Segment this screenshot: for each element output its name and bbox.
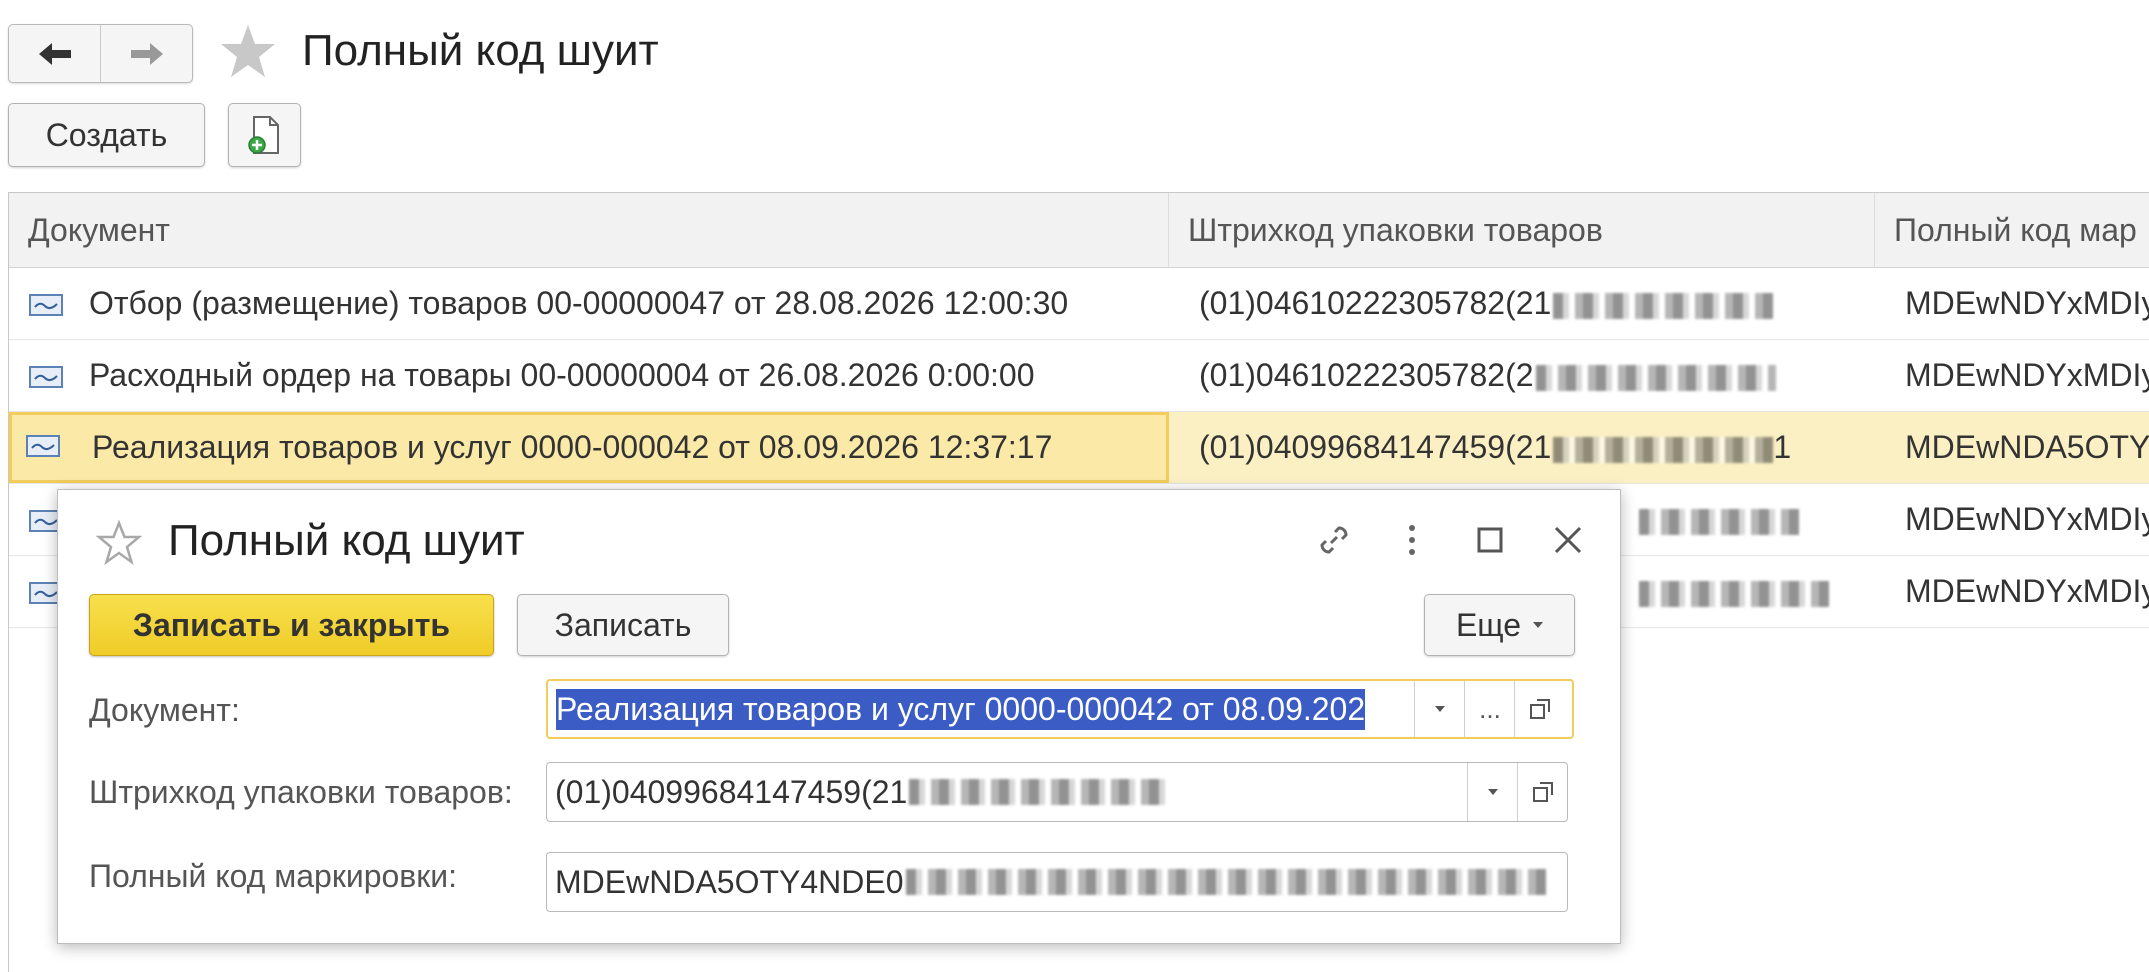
close-button[interactable]: [1546, 518, 1590, 562]
document-open-button[interactable]: [1514, 681, 1565, 737]
open-window-icon: [1530, 699, 1550, 719]
table-header: Документ Штрихкод упаковки товаров Полны…: [9, 193, 2149, 268]
vertical-dots-icon: [1409, 525, 1415, 555]
create-new-document-button[interactable]: [228, 103, 301, 167]
new-document-icon: [247, 116, 279, 154]
save-and-close-button[interactable]: Записать и закрыть: [89, 594, 494, 656]
document-dropdown-button[interactable]: [1414, 681, 1465, 737]
document-field-value: Реализация товаров и услуг 0000-000042 о…: [556, 688, 1366, 730]
column-header-document[interactable]: Документ: [9, 193, 1169, 267]
row-document: Отбор (размещение) товаров 00-00000047 о…: [89, 285, 1069, 321]
page-title: Полный код шуит: [302, 26, 659, 75]
row-full-code: MDEwNDYxMDIy: [1905, 501, 2149, 537]
open-window-icon: [1533, 782, 1553, 802]
row-barcode: (01)04610222305782(2: [1169, 340, 1875, 411]
barcode-dropdown-button[interactable]: [1467, 763, 1518, 821]
column-header-full-code[interactable]: Полный код мар: [1875, 193, 2149, 267]
more-menu-button[interactable]: Еще: [1424, 594, 1575, 656]
table-row[interactable]: Расходный ордер на товары 00-00000004 от…: [9, 340, 2149, 412]
maximize-button[interactable]: [1468, 518, 1512, 562]
row-barcode: (01)04099684147459(21 1: [1199, 429, 1792, 465]
link-icon: [1320, 526, 1348, 554]
row-full-code: MDEwNDYxMDIy: [1905, 573, 2149, 609]
close-icon: [1554, 526, 1582, 554]
app-window: Полный код шуит Создать Документ Штрихко…: [0, 0, 2149, 972]
barcode-field-label: Штрихкод упаковки товаров:: [89, 774, 513, 810]
full-code-field-label: Полный код маркировки:: [89, 858, 458, 894]
dialog-title: Полный код шуит: [168, 516, 525, 565]
table-row[interactable]: Отбор (размещение) товаров 00-00000047 о…: [9, 268, 2149, 340]
chevron-down-icon: [1435, 706, 1445, 712]
row-full-code: MDEwNDYxMDIy: [1905, 357, 2149, 393]
forward-button[interactable]: [100, 25, 192, 82]
row-barcode: (01)04610222305782(21: [1169, 268, 1875, 339]
document-icon: [26, 435, 60, 457]
link-button[interactable]: [1312, 518, 1356, 562]
chevron-down-icon: [1533, 622, 1544, 628]
chevron-down-icon: [1488, 789, 1498, 795]
barcode-field[interactable]: (01)04099684147459(21: [546, 762, 1568, 822]
more-actions-button[interactable]: [1390, 518, 1434, 562]
barcode-field-value: (01)04099684147459(21: [555, 773, 908, 810]
favorite-star-icon[interactable]: [218, 22, 278, 82]
document-choice-button[interactable]: ...: [1464, 681, 1515, 737]
record-dialog: Полный код шуит Записать и закрыть Запис: [57, 489, 1621, 944]
arrow-right-icon: [130, 42, 163, 65]
save-button[interactable]: Записать: [517, 594, 729, 656]
column-header-barcode[interactable]: Штрихкод упаковки товаров: [1169, 193, 1875, 267]
row-full-code: MDEwNDYxMDIy: [1905, 285, 2149, 321]
document-field-label: Документ:: [89, 692, 240, 728]
navigation-buttons: [8, 24, 193, 83]
document-field[interactable]: Реализация товаров и услуг 0000-000042 о…: [546, 679, 1574, 739]
favorite-star-icon[interactable]: [96, 520, 142, 566]
full-code-field-value: MDEwNDA5OTY4NDE0: [555, 863, 904, 900]
more-menu-label: Еще: [1455, 606, 1522, 643]
table-row-selected[interactable]: Реализация товаров и услуг 0000-000042 о…: [9, 412, 2149, 484]
back-button[interactable]: [9, 25, 100, 82]
maximize-icon: [1477, 527, 1503, 553]
arrow-left-icon: [38, 42, 71, 65]
barcode-open-button[interactable]: [1517, 763, 1567, 821]
create-button[interactable]: Создать: [8, 103, 205, 167]
row-document: Расходный ордер на товары 00-00000004 от…: [89, 357, 1035, 393]
full-code-field[interactable]: MDEwNDA5OTY4NDE0: [546, 852, 1568, 912]
row-document: Реализация товаров и услуг 0000-000042 о…: [9, 412, 1169, 483]
row-full-code: MDEwNDA5OTY: [1905, 429, 2149, 465]
